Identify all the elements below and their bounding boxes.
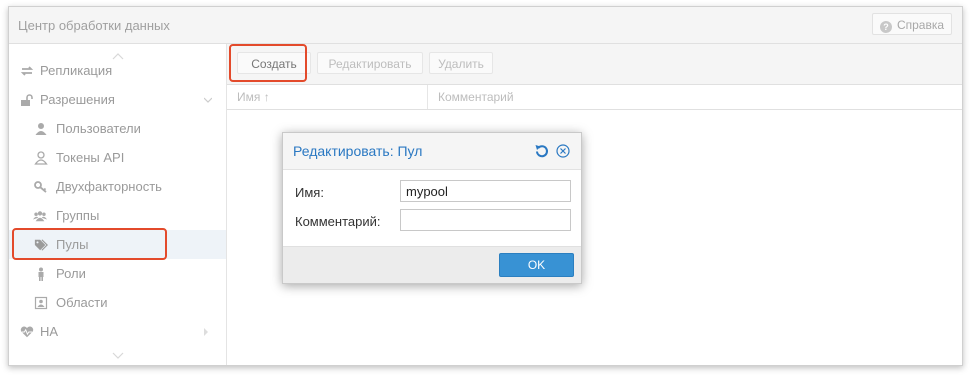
sidebar-item-label: Токены API — [56, 150, 125, 165]
ok-button[interactable]: OK — [499, 253, 574, 277]
dialog-header: Редактировать: Пул — [283, 133, 581, 170]
comment-label: Комментарий: — [295, 214, 381, 229]
sidebar-item-label: Двухфакторность — [56, 179, 162, 194]
column-label: Комментарий — [438, 90, 514, 104]
help-label: Справка — [896, 18, 945, 32]
sidebar-item-label: Роли — [56, 266, 86, 281]
column-label: Имя — [237, 90, 261, 104]
chevron-down-icon[interactable] — [204, 96, 212, 104]
sidebar-item-replication[interactable]: Репликация — [9, 56, 226, 85]
dialog-footer: OK — [283, 246, 581, 283]
replication-icon — [20, 66, 34, 76]
name-field[interactable] — [400, 180, 571, 202]
sidebar-item-label: Репликация — [40, 63, 113, 78]
role-icon — [38, 267, 44, 281]
panel-header: Центр обработки данных ? Справка — [9, 7, 962, 44]
key-icon — [34, 181, 47, 193]
sidebar-item-groups[interactable]: Группы — [9, 201, 226, 230]
sidebar-item-ha[interactable]: HA — [9, 317, 226, 346]
comment-field[interactable] — [400, 209, 571, 231]
sidebar-item-label: HA — [40, 324, 59, 339]
grid-header: Имя ↑ Комментарий — [227, 85, 962, 110]
reset-icon[interactable] — [535, 144, 549, 158]
dialog-title: Редактировать: Пул — [293, 143, 423, 159]
sidebar-item-label: Группы — [56, 208, 100, 223]
user-icon — [35, 123, 47, 135]
sidebar-item-label: Области — [56, 295, 108, 310]
scroll-down-icon[interactable] — [112, 350, 124, 362]
chevron-right-icon[interactable] — [202, 328, 210, 336]
close-icon[interactable] — [556, 144, 570, 158]
edit-pool-dialog: Редактировать: Пул Имя: Комментарий: OK — [282, 132, 582, 284]
column-header-name[interactable]: Имя ↑ — [237, 85, 427, 109]
help-button[interactable]: ? Справка — [872, 13, 952, 35]
pools-item-highlight — [12, 228, 167, 260]
sidebar-item-two-factor[interactable]: Двухфакторность — [9, 172, 226, 201]
sidebar-item-label: Пользователи — [56, 121, 141, 136]
sidebar: Репликация Разрешения Пользователи Токен… — [9, 44, 227, 365]
sidebar-item-roles[interactable]: Роли — [9, 259, 226, 288]
sidebar-item-realms[interactable]: Области — [9, 288, 226, 317]
token-icon — [34, 151, 48, 165]
sidebar-item-label: Разрешения — [40, 92, 115, 107]
sidebar-item-users[interactable]: Пользователи — [9, 114, 226, 143]
edit-button[interactable]: Редактировать — [317, 52, 423, 74]
name-label: Имя: — [295, 185, 324, 200]
group-icon — [33, 211, 47, 222]
toolbar: Создать Редактировать Удалить — [227, 44, 962, 85]
sidebar-item-api-tokens[interactable]: Токены API — [9, 143, 226, 172]
sidebar-item-permissions[interactable]: Разрешения — [9, 85, 226, 114]
panel-title: Центр обработки данных — [18, 18, 170, 33]
unlock-icon — [21, 94, 33, 106]
sort-ascending-icon: ↑ — [263, 90, 270, 104]
create-button-highlight — [229, 44, 307, 82]
help-icon: ? — [879, 21, 892, 33]
column-header-comment[interactable]: Комментарий — [427, 85, 962, 109]
realm-icon — [34, 296, 48, 310]
delete-button[interactable]: Удалить — [429, 52, 493, 74]
heartbeat-icon — [20, 326, 34, 338]
